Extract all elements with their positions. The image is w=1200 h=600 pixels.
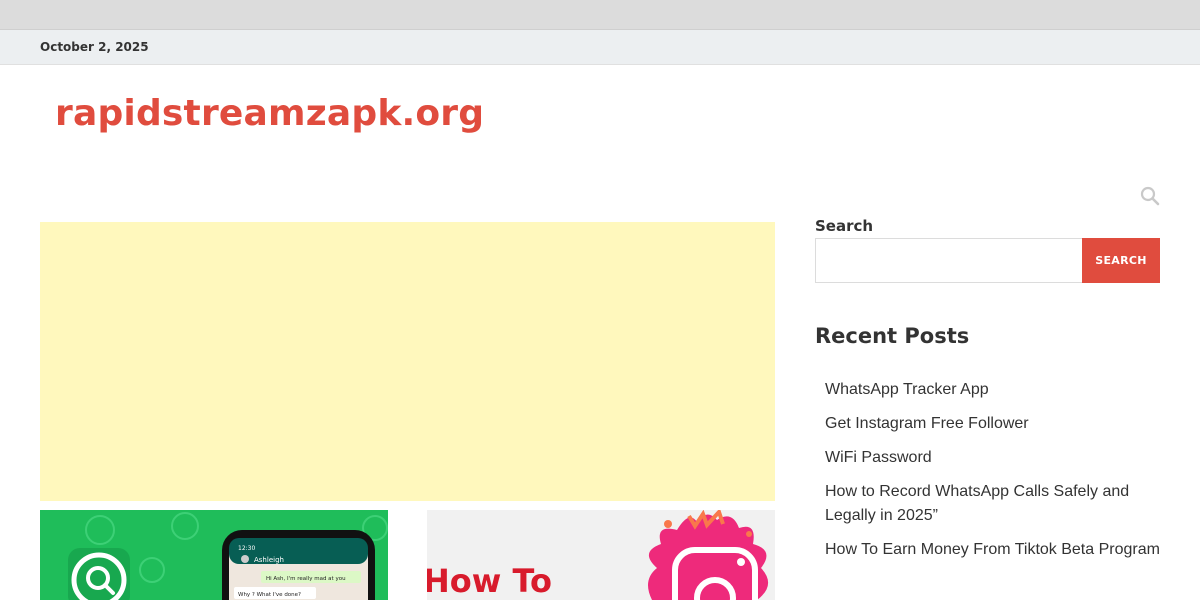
recent-post-link[interactable]: Get Instagram Free Follower: [825, 412, 1160, 436]
chat-message-2: Why ? What I've done?: [238, 592, 301, 598]
top-bar: [0, 0, 1200, 30]
search-icon[interactable]: [1140, 186, 1160, 206]
recent-posts-title: Recent Posts: [815, 324, 970, 348]
recent-post-link[interactable]: WiFi Password: [825, 446, 1160, 470]
current-date: October 2, 2025: [40, 40, 149, 54]
post-thumbnail-instagram-follower[interactable]: How To: [427, 510, 775, 600]
chat-message-1: Hi Ash, I'm really mad at you: [266, 576, 346, 582]
recent-posts-list: WhatsApp Tracker App Get Instagram Free …: [825, 378, 1160, 572]
thumbnail-heading: How To: [427, 562, 552, 600]
phone-contact: Ashleigh: [254, 556, 284, 564]
recent-post-link[interactable]: How to Record WhatsApp Calls Safely and …: [825, 480, 1160, 528]
search-input[interactable]: [815, 238, 1083, 283]
phone-time: 12:30: [238, 545, 255, 552]
site-title[interactable]: rapidstreamzapk.org: [55, 93, 484, 134]
recent-post-link[interactable]: WhatsApp Tracker App: [825, 378, 1160, 402]
recent-post-link[interactable]: How To Earn Money From Tiktok Beta Progr…: [825, 538, 1160, 562]
search-label: Search: [815, 217, 874, 235]
date-bar: October 2, 2025: [0, 30, 1200, 65]
search-button[interactable]: SEARCH: [1082, 238, 1160, 283]
advertisement-placeholder: [40, 222, 775, 501]
post-thumbnail-whatsapp-tracker[interactable]: 12:30 Ashleigh Hi Ash, I'm really mad at…: [40, 510, 388, 600]
